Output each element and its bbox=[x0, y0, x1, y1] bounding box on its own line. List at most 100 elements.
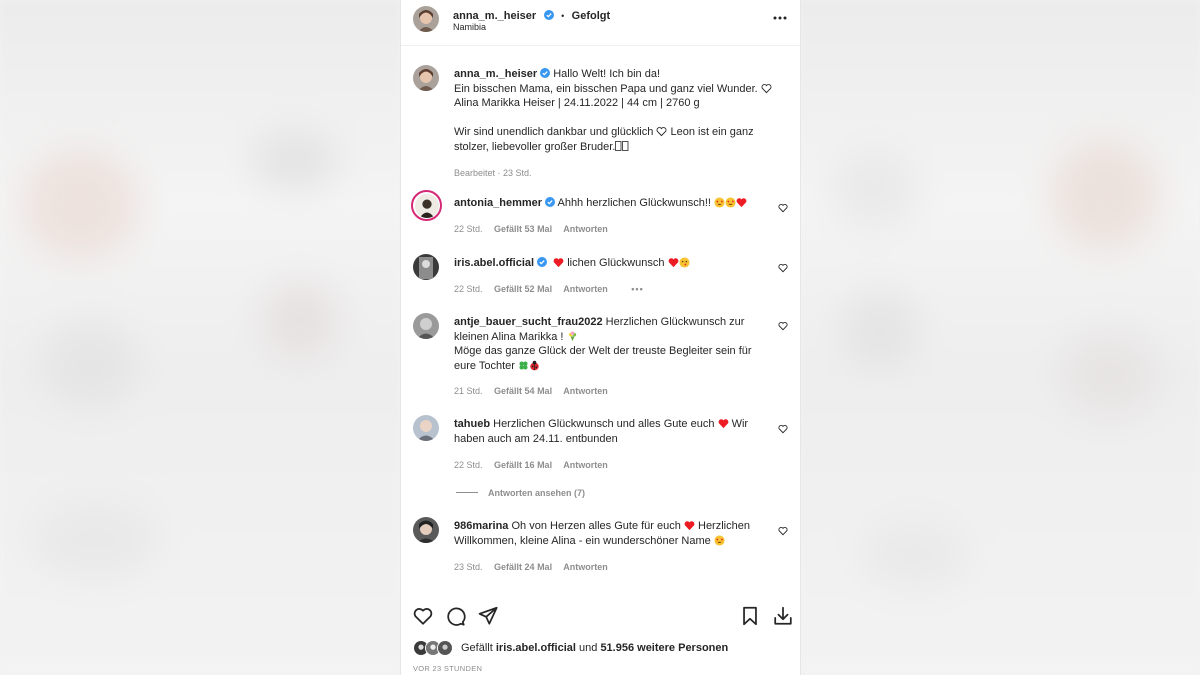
comment-text-line-2: Willkommen, kleine Alina - ein wundersch… bbox=[454, 534, 711, 547]
comment-time[interactable]: 22 Std. bbox=[454, 224, 483, 234]
caption-line-2: Ein bisschen Mama, ein bisschen Papa und… bbox=[454, 82, 758, 95]
comment-like-count[interactable]: Gefällt 24 Mal bbox=[494, 562, 552, 572]
comment-text-line-2: haben auch am 24.11. entbunden bbox=[454, 432, 618, 445]
comment-text-line-2: kleinen Alina Marikka ! bbox=[454, 330, 564, 343]
comment-time[interactable]: 23 Std. bbox=[454, 562, 483, 572]
view-replies-line bbox=[456, 492, 478, 493]
caption: anna_m._heiser Hallo Welt! Ich bin da! E… bbox=[413, 65, 788, 180]
reply-button[interactable]: Antworten bbox=[563, 386, 608, 396]
likes-prefix: Gefällt bbox=[461, 642, 493, 654]
view-replies-button[interactable]: Antworten ansehen (7) bbox=[456, 488, 585, 498]
white-heart-icon bbox=[761, 83, 772, 93]
missing-glyph-icon bbox=[615, 140, 629, 151]
liker-avatar[interactable] bbox=[437, 640, 453, 656]
caption-line-4a: Wir sind unendlich dankbar und glücklich bbox=[454, 126, 654, 138]
kissing-face-emoji-icon bbox=[678, 257, 690, 268]
comment-item: antje_bauer_sucht_frau2022 Herzlichen Gl… bbox=[413, 313, 788, 399]
caption-line-1: Hallo Welt! Ich bin da! bbox=[553, 68, 661, 80]
comment-item: iris.abel.official lichen Glückwunsch 22… bbox=[413, 254, 788, 304]
comment-text-line-1: Herzlichen Glückwunsch zur bbox=[605, 316, 745, 328]
more-options-icon[interactable] bbox=[773, 16, 787, 20]
comment-text-line-1b: Herzlichen bbox=[698, 520, 750, 532]
red-heart-emoji-icon bbox=[668, 258, 678, 268]
like-comment-heart-icon[interactable] bbox=[778, 526, 788, 536]
like-comment-heart-icon[interactable] bbox=[778, 263, 788, 273]
comment-more-options[interactable]: ••• bbox=[631, 284, 643, 294]
download-icon[interactable] bbox=[772, 605, 794, 627]
red-heart-emoji-icon bbox=[718, 419, 728, 429]
reply-button[interactable]: Antworten bbox=[563, 562, 608, 572]
comment-username[interactable]: antje_bauer_sucht_frau2022 bbox=[454, 316, 603, 328]
comment-like-count[interactable]: Gefällt 53 Mal bbox=[494, 224, 552, 234]
caption-line-3: Alina Marikka Heiser | 24.11.2022 | 44 c… bbox=[454, 97, 700, 109]
heart-icon[interactable] bbox=[412, 605, 434, 627]
likes-middle: und bbox=[579, 642, 598, 654]
comment-like-count[interactable]: Gefällt 54 Mal bbox=[494, 386, 552, 396]
like-comment-heart-icon[interactable] bbox=[778, 203, 788, 213]
verified-icon bbox=[540, 68, 551, 78]
red-heart-emoji-icon bbox=[553, 258, 564, 268]
ladybug-emoji-icon bbox=[530, 360, 539, 370]
comment-text: lichen Glückwunsch bbox=[567, 257, 665, 269]
blurred-background-right bbox=[800, 0, 1200, 675]
reply-button[interactable]: Antworten bbox=[563, 284, 608, 294]
red-heart-emoji-icon bbox=[684, 521, 695, 531]
caption-username[interactable]: anna_m._heiser bbox=[454, 68, 537, 80]
author-username[interactable]: anna_m._heiser bbox=[453, 10, 536, 22]
reply-button[interactable]: Antworten bbox=[563, 224, 608, 234]
author-avatar[interactable] bbox=[413, 6, 439, 32]
white-heart-icon bbox=[656, 127, 667, 137]
red-heart-emoji-icon bbox=[736, 198, 747, 208]
likes-summary: Gefällt iris.abel.official und 51.956 we… bbox=[413, 640, 788, 658]
comment-username[interactable]: iris.abel.official bbox=[454, 257, 534, 269]
likes-count-link[interactable]: 51.956 weitere Personen bbox=[600, 642, 728, 654]
blurred-background-left bbox=[0, 0, 400, 675]
comment-text-line-1: Oh von Herzen alles Gute für euch bbox=[511, 520, 681, 532]
comment-username[interactable]: tahueb bbox=[454, 418, 490, 430]
follow-status-button[interactable]: Gefolgt bbox=[572, 10, 611, 22]
comment-like-count[interactable]: Gefällt 52 Mal bbox=[494, 284, 552, 294]
header-separator: • bbox=[561, 11, 565, 21]
heart-eyes-emoji-icon bbox=[725, 197, 736, 208]
comment-avatar[interactable] bbox=[413, 517, 439, 543]
like-comment-heart-icon[interactable] bbox=[778, 321, 788, 331]
comment-username[interactable]: 986marina bbox=[454, 520, 508, 532]
comment-icon[interactable] bbox=[444, 605, 466, 627]
liker-username[interactable]: iris.abel.official bbox=[496, 642, 576, 654]
caption-line-4b: Leon ist ein ganz bbox=[670, 126, 754, 138]
comment-username[interactable]: antonia_hemmer bbox=[454, 197, 542, 209]
post-location[interactable]: Namibia bbox=[453, 22, 486, 32]
comment-like-count[interactable]: Gefällt 16 Mal bbox=[494, 460, 552, 470]
comment-avatar[interactable] bbox=[413, 415, 439, 441]
comment-avatar[interactable] bbox=[411, 190, 442, 221]
bouquet-emoji-icon bbox=[568, 330, 576, 341]
view-replies-label: Antworten ansehen (7) bbox=[488, 488, 586, 498]
comment-item: tahueb Herzlichen Glückwunsch und alles … bbox=[413, 415, 788, 505]
like-comment-heart-icon[interactable] bbox=[778, 424, 788, 434]
comment-text-line-1: Herzlichen Glückwunsch und alles Gute eu… bbox=[493, 418, 715, 430]
caption-line-5: stolzer, liebevoller großer Bruder. bbox=[454, 140, 616, 153]
post-panel: anna_m._heiser • Gefolgt Namibia anna_m.… bbox=[400, 0, 801, 675]
heart-eyes-emoji-icon bbox=[714, 534, 725, 546]
comment-text-line-3: Möge das ganze Glück der Welt der treust… bbox=[454, 345, 752, 357]
verified-icon bbox=[545, 197, 556, 207]
comment-avatar[interactable] bbox=[413, 313, 439, 339]
comment-avatar[interactable] bbox=[413, 254, 439, 280]
heart-eyes-emoji-icon bbox=[714, 197, 725, 208]
post-time-ago[interactable]: VOR 23 STUNDEN bbox=[413, 664, 482, 673]
comment-item: antonia_hemmer Ahhh herzlichen Glückwuns… bbox=[411, 190, 788, 242]
caption-author-avatar[interactable] bbox=[413, 65, 439, 91]
comment-time[interactable]: 22 Std. bbox=[454, 284, 483, 294]
comment-text-line-1b: Wir bbox=[731, 418, 749, 430]
post-action-bar bbox=[401, 600, 800, 632]
comment-time[interactable]: 21 Std. bbox=[454, 386, 483, 396]
caption-edited-time: Bearbeitet · 23 Std. bbox=[454, 168, 532, 178]
comment-time[interactable]: 22 Std. bbox=[454, 460, 483, 470]
bookmark-icon[interactable] bbox=[739, 605, 761, 627]
four-leaf-clover-emoji-icon bbox=[519, 360, 528, 370]
comment-text-line-4: eure Tochter bbox=[454, 359, 515, 372]
post-header: anna_m._heiser • Gefolgt Namibia bbox=[401, 0, 800, 46]
share-icon[interactable] bbox=[477, 605, 499, 627]
verified-icon bbox=[537, 257, 548, 267]
reply-button[interactable]: Antworten bbox=[563, 460, 608, 470]
